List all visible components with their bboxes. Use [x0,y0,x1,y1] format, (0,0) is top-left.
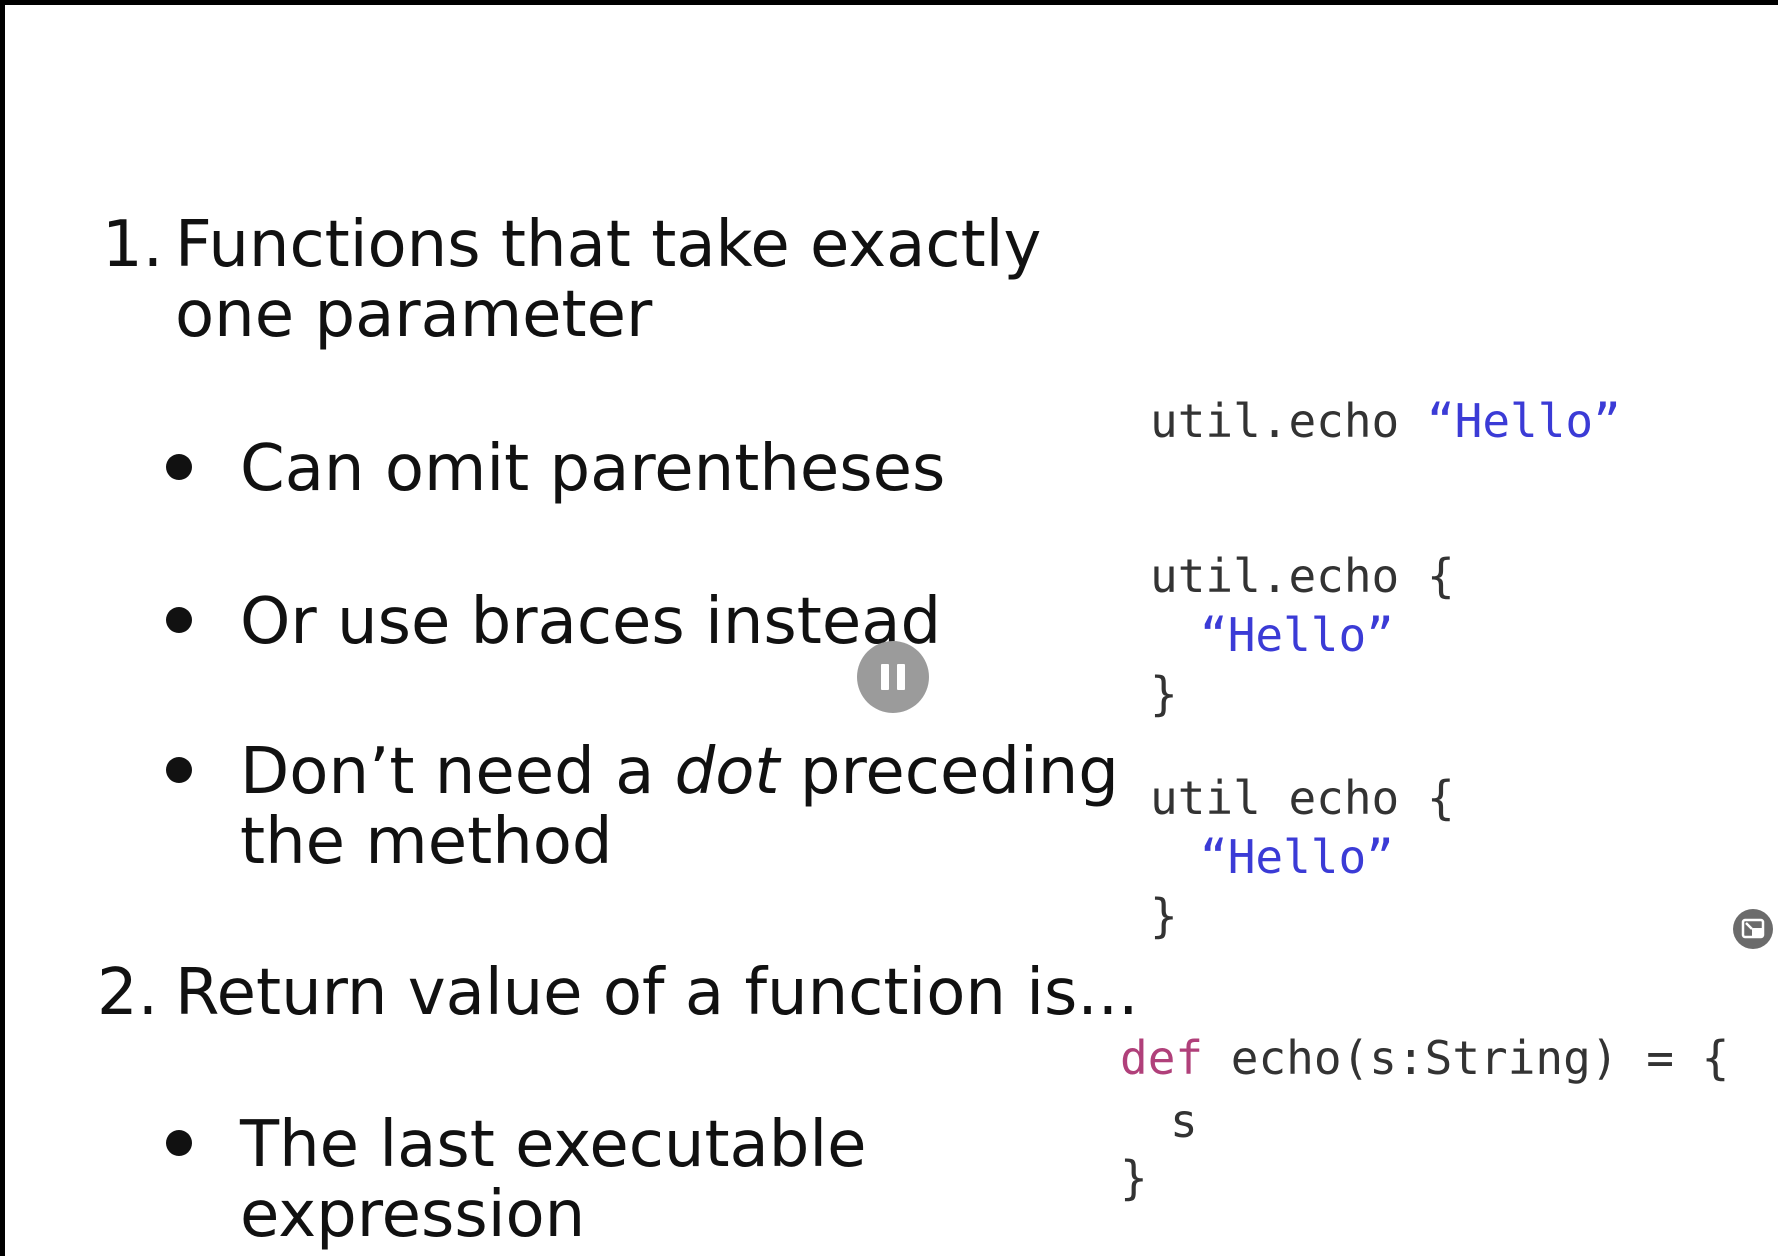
picture-in-picture-button[interactable] [1733,909,1773,949]
code-call: util.echo [1150,394,1427,448]
bullet-dot [166,1130,192,1156]
code-signature: echo(s:String) = { [1203,1031,1730,1085]
code-example-4-body: s [1170,1094,1198,1148]
bullet-dot [166,454,192,480]
code-example-3-line-1: util echo { [1150,771,1455,825]
item-1-heading-line-2: one parameter [175,278,653,352]
code-example-1: util.echo “Hello” [1150,398,1621,444]
item-1-heading-line-1: Functions that take exactly [175,208,1042,282]
code-example-2-line-1: util.echo { [1150,549,1455,603]
bullet-last-expression-line-1: The last executable [240,1108,867,1182]
bullet-no-dot-post: preceding [779,735,1119,809]
code-example-2-close: } [1150,667,1178,721]
code-example-2-string: “Hello” [1200,608,1394,662]
bullet-no-dot-emphasis: dot [674,735,780,809]
bullet-dot [166,757,192,783]
code-example-3-string: “Hello” [1200,830,1394,884]
bullet-last-expression-line-2: expression [240,1178,586,1252]
picture-in-picture-icon [1741,918,1765,939]
bullet-can-omit-parentheses: Can omit parentheses [240,432,946,506]
slide: 1. Functions that take exactly one param… [5,5,1778,1256]
code-example-4-close: } [1120,1151,1148,1205]
bullet-dot [166,607,192,633]
item-2-heading: Return value of a function is... [175,956,1139,1030]
code-example-3-close: } [1150,889,1178,943]
bullet-no-dot-line-2: the method [240,805,613,879]
bullet-no-dot-line-1: Don’t need a dot preceding [240,740,1119,804]
pause-button[interactable] [857,641,929,713]
code-string: “Hello” [1426,394,1621,448]
bullet-no-dot-pre: Don’t need a [240,735,675,809]
item-1-number: 1. [102,208,164,282]
bullet-use-braces: Or use braces instead [240,585,942,659]
code-keyword: def [1120,1031,1204,1085]
item-2-number: 2. [97,956,159,1030]
code-example-4-line-1: def echo(s:String) = { [1120,1035,1729,1081]
